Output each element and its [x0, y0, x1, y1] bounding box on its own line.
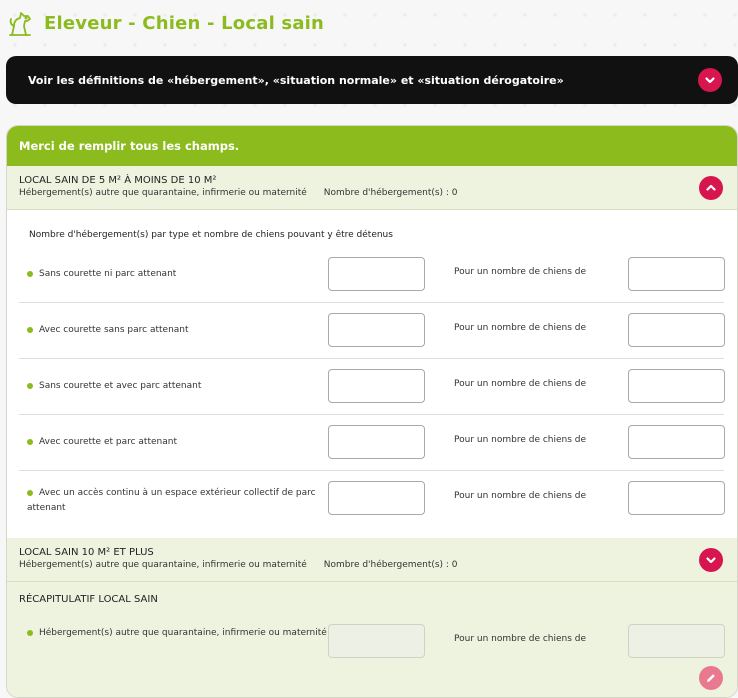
form-row: Avec courette sans parc attenant Pour un…: [19, 303, 725, 359]
section-count: Nombre d'hébergement(s) : 0: [323, 188, 458, 198]
recap-section: RÉCAPITULATIF LOCAL SAIN Hébergement(s) …: [7, 582, 737, 697]
hebergement-count-input[interactable]: [328, 425, 425, 459]
definitions-link[interactable]: Voir les définitions de «hébergement», «…: [28, 74, 564, 87]
pencil-icon[interactable]: [699, 666, 723, 690]
section-subtitle-text: Hébergement(s) autre que quarantaine, in…: [19, 188, 307, 198]
dog-icon: [6, 9, 34, 37]
recap-title: RÉCAPITULATIF LOCAL SAIN: [19, 594, 158, 605]
section-subtitle: Hébergement(s) autre que quarantaine, in…: [19, 560, 458, 570]
chevron-down-icon[interactable]: [699, 548, 723, 572]
chevron-up-icon[interactable]: [699, 176, 723, 200]
page: Eleveur - Chien - Local sain Voir les dé…: [0, 0, 738, 698]
dogs-count-label: Pour un nombre de chiens de: [454, 267, 587, 277]
row-label: Avec courette et parc attenant: [27, 435, 337, 450]
section-local-sain-10-plus[interactable]: LOCAL SAIN 10 M² ET PLUS Hébergement(s) …: [7, 538, 737, 582]
hebergement-count-input[interactable]: [328, 257, 425, 291]
row-label-text: Avec courette et parc attenant: [39, 437, 177, 447]
recap-row: Hébergement(s) autre que quarantaine, in…: [19, 620, 725, 670]
row-label: Sans courette et avec parc attenant: [27, 379, 337, 394]
form-row: Avec courette et parc attenant Pour un n…: [19, 415, 725, 471]
page-title: Eleveur - Chien - Local sain: [44, 12, 325, 34]
chevron-down-icon[interactable]: [698, 68, 722, 92]
row-label: Avec un accès continu à un espace extéri…: [27, 486, 327, 516]
section-subtitle-text: Hébergement(s) autre que quarantaine, in…: [19, 560, 307, 570]
dogs-count-label: Pour un nombre de chiens de: [454, 379, 587, 389]
recap-row-label-text: Hébergement(s) autre que quarantaine, in…: [39, 628, 327, 638]
dogs-count-input[interactable]: [628, 425, 725, 459]
recap-row-label: Hébergement(s) autre que quarantaine, in…: [27, 626, 332, 641]
recap-hebergement-count-field: [328, 624, 425, 658]
row-label-text: Sans courette ni parc attenant: [39, 269, 177, 279]
form-intro: Nombre d'hébergement(s) par type et nomb…: [29, 230, 393, 240]
bullet-icon: [27, 326, 33, 333]
dogs-count-label: Pour un nombre de chiens de: [454, 323, 587, 333]
dogs-count-input[interactable]: [628, 257, 725, 291]
row-label: Avec courette sans parc attenant: [27, 323, 337, 338]
dogs-count-input[interactable]: [628, 313, 725, 347]
page-header: Eleveur - Chien - Local sain: [6, 8, 324, 38]
dogs-count-label: Pour un nombre de chiens de: [454, 435, 587, 445]
section-subtitle: Hébergement(s) autre que quarantaine, in…: [19, 188, 458, 198]
hebergement-count-input[interactable]: [328, 481, 425, 515]
bullet-icon: [27, 629, 33, 636]
bullet-icon: [27, 270, 33, 277]
card-header: Merci de remplir tous les champs.: [7, 126, 737, 166]
bullet-icon: [27, 489, 33, 496]
recap-dogs-count-label: Pour un nombre de chiens de: [454, 634, 587, 644]
hebergement-count-input[interactable]: [328, 369, 425, 403]
row-label-text: Avec un accès continu à un espace extéri…: [27, 488, 316, 513]
dogs-count-input[interactable]: [628, 481, 725, 515]
section-title: LOCAL SAIN 10 M² ET PLUS: [19, 547, 154, 558]
form-card: Merci de remplir tous les champs. LOCAL …: [6, 125, 738, 698]
bullet-icon: [27, 382, 33, 389]
section-local-sain-5-10[interactable]: LOCAL SAIN DE 5 M² À MOINS DE 10 M² Hébe…: [7, 166, 737, 210]
form-row: Avec un accès continu à un espace extéri…: [19, 471, 725, 533]
row-label-text: Avec courette sans parc attenant: [39, 325, 189, 335]
form-area: Nombre d'hébergement(s) par type et nomb…: [7, 221, 737, 540]
definitions-bar[interactable]: Voir les définitions de «hébergement», «…: [6, 56, 738, 104]
hebergement-count-input[interactable]: [328, 313, 425, 347]
section-title: LOCAL SAIN DE 5 M² À MOINS DE 10 M²: [19, 175, 217, 186]
dogs-count-input[interactable]: [628, 369, 725, 403]
row-label: Sans courette ni parc attenant: [27, 267, 337, 282]
form-row: Sans courette et avec parc attenant Pour…: [19, 359, 725, 415]
form-row: Sans courette ni parc attenant Pour un n…: [19, 247, 725, 303]
bullet-icon: [27, 438, 33, 445]
row-label-text: Sans courette et avec parc attenant: [39, 381, 202, 391]
section-count: Nombre d'hébergement(s) : 0: [323, 560, 458, 570]
recap-dogs-count-field: [628, 624, 725, 658]
dogs-count-label: Pour un nombre de chiens de: [454, 491, 587, 501]
